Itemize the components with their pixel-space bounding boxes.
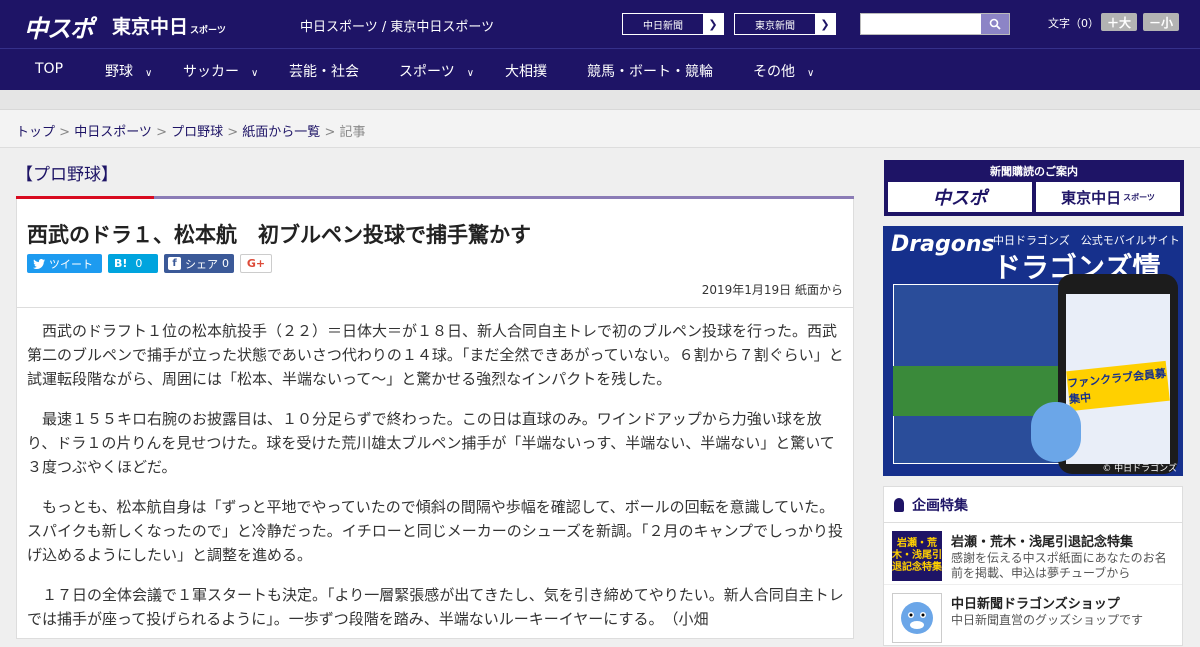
features-header: 企画特集 [884, 487, 1182, 523]
facebook-icon: f [168, 257, 181, 270]
feature-description: 感謝を伝える中スポ紙面にあなたのお名前を掲載、申込は夢チューブから [951, 551, 1167, 580]
subscription-chunichi-sports-logo: 中スポ [888, 182, 1032, 212]
nav-item-sumo[interactable]: 大相撲 [505, 61, 547, 81]
chevron-right-icon: ❯ [703, 14, 723, 34]
article-paragraph: 最速１５５キロ右腕のお披露目は、１０分足らずで終わった。この日は直球のみ。ワイン… [27, 410, 835, 476]
article-body: 西武のドラフト１位の松本航投手（２２）＝日体大＝が１８日、新人合同自主トレで初の… [27, 319, 845, 647]
breadcrumb: トップ > 中日スポーツ > プロ野球 > 紙面から一覧 > 記事 [0, 110, 1200, 148]
breadcrumb-separator: > [55, 125, 75, 140]
nav-item-baseball[interactable]: 野球 ∨ [105, 61, 152, 81]
subscription-banner[interactable]: 新聞購読のご案内 中スポ 東京中日 スポーツ [884, 160, 1184, 216]
nav-item-label: サッカー [183, 64, 239, 80]
nav-item-label: その他 [753, 64, 795, 80]
hatena-count: 0 [135, 257, 143, 270]
tokyo-shimbun-link[interactable]: 東京新聞 ❯ [734, 13, 836, 35]
subscription-title: 新聞購読のご案内 [990, 165, 1078, 178]
search-icon [989, 18, 1001, 30]
search-input[interactable] [861, 14, 981, 34]
chunichi-shimbun-link[interactable]: 中日新聞 ❯ [622, 13, 724, 35]
nav-item-label: 野球 [105, 64, 133, 80]
chevron-right-icon: ❯ [815, 14, 835, 34]
nav-item-label: スポーツ [399, 64, 455, 80]
font-larger-button[interactable]: ＋大 [1101, 13, 1138, 31]
breadcrumb-top[interactable]: トップ [16, 125, 55, 140]
dragons-mascot-icon [901, 602, 933, 634]
google-plus-button[interactable]: G+ [240, 254, 272, 273]
pin-icon [894, 497, 904, 512]
facebook-share-count: 0 [222, 257, 229, 270]
facebook-share-label: シェア [185, 257, 218, 271]
tweet-button[interactable]: ツイート [27, 254, 102, 273]
feature-title: 中日新聞ドラゴンズショップ [951, 597, 1120, 612]
breadcrumb-chunichi-sports[interactable]: 中日スポーツ [74, 125, 152, 140]
ad-stripe [0, 90, 1200, 110]
section-title: 【プロ野球】 [16, 165, 118, 185]
feature-description: 中日新聞直営のグッズショップです [951, 613, 1144, 627]
hatena-icon: B! [114, 257, 128, 270]
article-paragraph: もっとも、松本航自身は「ずっと平地でやっていたので傾斜の間隔や歩幅を確認して、ボ… [27, 498, 844, 564]
feature-item[interactable]: 中日新聞ドラゴンズショップ 中日新聞直営のグッズショップです [884, 585, 1182, 647]
search-button[interactable] [981, 14, 1009, 34]
nav-item-others[interactable]: その他 ∨ [753, 61, 814, 81]
nav-item-soccer[interactable]: サッカー ∨ [183, 61, 258, 81]
share-buttons: ツイート B! 0 f シェア 0 G+ [27, 254, 272, 273]
divider [17, 307, 853, 308]
features-panel: 企画特集 岩瀬・荒木・浅尾引退記念特集 岩瀬・荒木・浅尾引退記念特集 感謝を伝え… [883, 486, 1183, 647]
nav-item-label: 芸能・社会 [289, 64, 359, 80]
nav-item-entertainment[interactable]: 芸能・社会 [289, 61, 359, 81]
dragons-logo: Dragons [891, 232, 995, 257]
breadcrumb-separator: > [151, 125, 172, 140]
feature-thumbnail: 岩瀬・荒木・浅尾引退記念特集 [892, 531, 942, 581]
tweet-label: ツイート [49, 257, 93, 271]
nav-item-label: TOP [35, 61, 64, 77]
article-paragraph: １７日の全体会議で１軍スタートも決定。「より一層緊張感が出てきたし、気を引き締め… [27, 586, 844, 628]
features-title: 企画特集 [912, 497, 968, 514]
article: 西武のドラ１、松本航 初ブルペン投球で捕手驚かす ツイート B! 0 f シェア… [16, 199, 854, 639]
top-header: 中スポ 東京中日 スポーツ 中日スポーツ / 東京中日スポーツ 中日新聞 ❯ 東京… [0, 0, 1200, 48]
chevron-down-icon: ∨ [807, 68, 815, 79]
nav-item-label: 競馬・ボート・競輪 [587, 64, 713, 80]
feature-item[interactable]: 岩瀬・荒木・浅尾引退記念特集 岩瀬・荒木・浅尾引退記念特集 感謝を伝える中スポ紙… [884, 523, 1182, 585]
dragons-mobile-ad[interactable]: Dragons 中日ドラゴンズ 公式モバイルサイト ドラゴンズ情報 ファンクラブ… [883, 226, 1183, 476]
mascot-image [1031, 402, 1081, 462]
nav-item-top[interactable]: TOP [35, 61, 63, 77]
subscription-tokyo-chunichi-text: 東京中日 [1061, 188, 1122, 207]
article-paragraph: 西武のドラフト１位の松本航投手（２２）＝日体大＝が１８日、新人合同自主トレで初の… [27, 322, 844, 388]
tokyo-chunichi-logo-small: スポーツ [190, 26, 226, 36]
search-box [860, 13, 1010, 35]
breadcrumb-separator: > [223, 125, 243, 140]
dragons-copyright: © 中日ドラゴンズ [1102, 464, 1177, 474]
twitter-bird-icon [33, 258, 45, 269]
breadcrumb-separator: > [320, 125, 340, 140]
article-date: 2019年1月19日 紙面から [701, 283, 843, 297]
subscription-tokyo-chunichi-logo: 東京中日 スポーツ [1036, 182, 1180, 212]
article-headline: 西武のドラ１、松本航 初ブルペン投球で捕手驚かす [27, 223, 531, 247]
breadcrumb-pro-baseball[interactable]: プロ野球 [171, 125, 223, 140]
site-name: 中日スポーツ / 東京中日スポーツ [300, 20, 495, 35]
tokyo-shimbun-label: 東京新聞 [755, 20, 795, 32]
tokyo-chunichi-logo-text: 東京中日 [112, 16, 189, 38]
chunichi-sports-logo[interactable]: 中スポ [24, 9, 94, 44]
feature-thumbnail [892, 593, 942, 643]
breadcrumb-current: 記事 [339, 125, 366, 140]
hatena-bookmark-button[interactable]: B! 0 [108, 254, 158, 273]
subscription-tokyo-chunichi-small: スポーツ [1123, 192, 1155, 202]
nav-item-sports[interactable]: スポーツ ∨ [399, 61, 474, 81]
nav-item-racing[interactable]: 競馬・ボート・競輪 [587, 61, 713, 81]
nav-item-label: 大相撲 [505, 64, 547, 80]
chevron-down-icon: ∨ [251, 68, 259, 79]
facebook-share-button[interactable]: f シェア 0 [164, 254, 234, 273]
chunichi-shimbun-label: 中日新聞 [643, 20, 683, 32]
font-size-label: 文字（0） [1048, 17, 1099, 30]
feature-title: 岩瀬・荒木・浅尾引退記念特集 [951, 535, 1134, 550]
main-nav: TOP 野球 ∨ サッカー ∨ 芸能・社会 スポーツ ∨ 大相撲 競馬・ボート・競輪 … [0, 48, 1200, 90]
tokyo-chunichi-logo[interactable]: 東京中日 スポーツ [112, 12, 226, 39]
breadcrumb-paper-list[interactable]: 紙面から一覧 [242, 125, 320, 140]
chevron-down-icon: ∨ [466, 68, 475, 79]
chevron-down-icon: ∨ [145, 68, 153, 79]
font-smaller-button[interactable]: －小 [1143, 13, 1180, 31]
